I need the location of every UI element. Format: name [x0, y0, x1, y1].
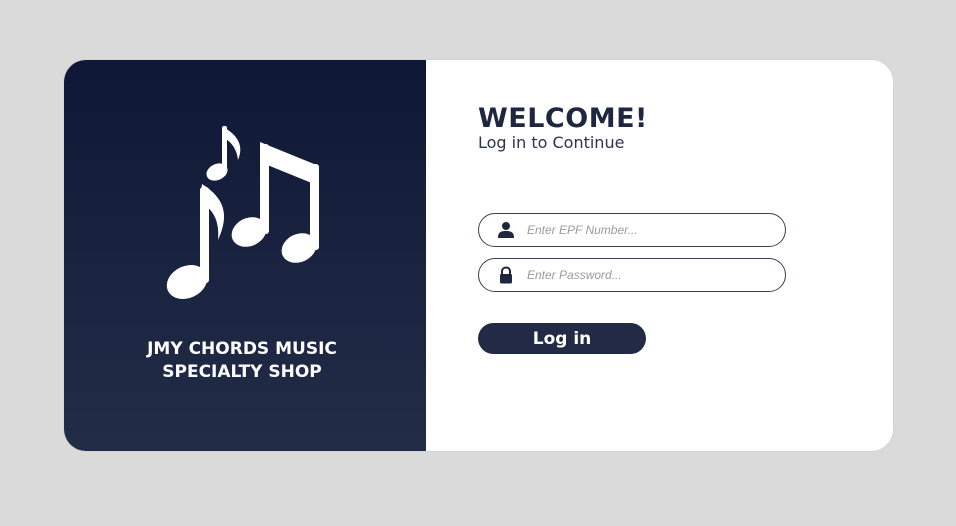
user-icon [498, 222, 514, 238]
lock-icon [500, 266, 512, 284]
branding-panel: JMY CHORDS MUSIC SPECIALTY SHOP [64, 60, 426, 451]
epf-input[interactable] [527, 214, 777, 246]
page-title: WELCOME! [478, 103, 648, 134]
page-subtitle: Log in to Continue [478, 133, 625, 152]
login-panel: WELCOME! Log in to Continue Log in [426, 60, 893, 451]
music-notes-icon [166, 126, 319, 300]
password-input[interactable] [527, 259, 777, 291]
login-card: JMY CHORDS MUSIC SPECIALTY SHOP WELCOME!… [64, 60, 893, 451]
login-button[interactable]: Log in [478, 323, 646, 354]
epf-field[interactable] [478, 213, 786, 247]
password-field[interactable] [478, 258, 786, 292]
shop-name: JMY CHORDS MUSIC SPECIALTY SHOP [147, 339, 337, 382]
